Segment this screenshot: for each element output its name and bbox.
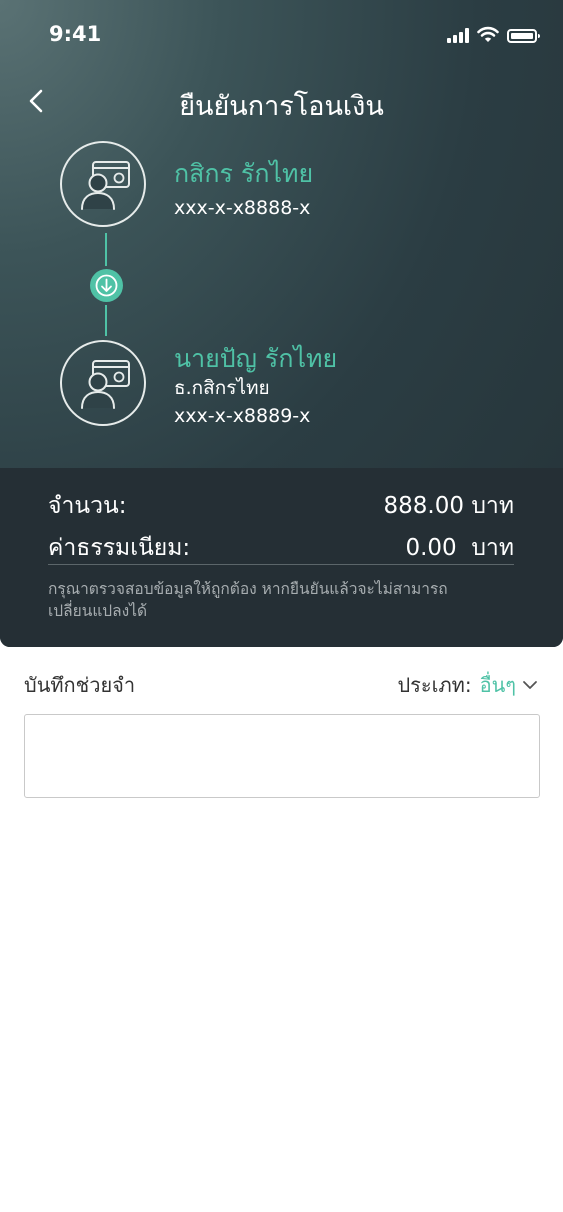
confirm-header: 9:41 ยืนยันการโอนเงิน กสิกร รักไทย xxx-x… xyxy=(0,0,563,647)
receiver-bank: ธ.กสิกรไทย xyxy=(174,377,270,399)
confirm-note: กรุณาตรวจสอบข้อมูลให้ถูกต้อง หากยืนยันแล… xyxy=(48,578,508,622)
arrow-down-icon xyxy=(95,274,118,297)
transfer-direction xyxy=(90,269,123,302)
memo-input[interactable] xyxy=(24,714,540,798)
chevron-down-icon[interactable] xyxy=(522,679,538,691)
type-value[interactable]: อื่นๆ xyxy=(480,669,516,701)
connector-line-bottom xyxy=(105,305,107,336)
note-line-2: เปลี่ยนแปลงได้ xyxy=(48,602,148,620)
wifi-icon xyxy=(477,26,499,42)
status-icons xyxy=(447,26,540,43)
user-card-icon xyxy=(81,360,130,409)
sender-account: xxx-x-x8888-x xyxy=(174,197,311,219)
fee-value: 0.00 บาท xyxy=(405,535,514,561)
amount-label: จำนวน: xyxy=(48,493,127,519)
summary-divider xyxy=(48,564,514,565)
receiver-account: xxx-x-x8889-x xyxy=(174,405,311,427)
sender-avatar xyxy=(60,141,146,227)
signal-icon xyxy=(447,28,469,43)
receiver-avatar xyxy=(60,340,146,426)
memo-label: บันทึกช่วยจำ xyxy=(24,673,136,697)
user-card-icon xyxy=(81,161,130,210)
battery-icon xyxy=(507,29,540,43)
fee-label: ค่าธรรมเนียม: xyxy=(48,535,191,561)
note-line-1: กรุณาตรวจสอบข้อมูลให้ถูกต้อง หากยืนยันแล… xyxy=(48,580,448,598)
status-time: 9:41 xyxy=(49,22,102,46)
amount-value: 888.00 บาท xyxy=(383,493,514,519)
type-dropdown[interactable]: ประเภท: อื่นๆ xyxy=(397,669,538,701)
sender-name: กสิกร รักไทย xyxy=(174,159,314,188)
connector-line-top xyxy=(105,233,107,266)
page-title: ยืนยันการโอนเงิน xyxy=(179,91,384,122)
type-label: ประเภท: xyxy=(397,673,472,697)
